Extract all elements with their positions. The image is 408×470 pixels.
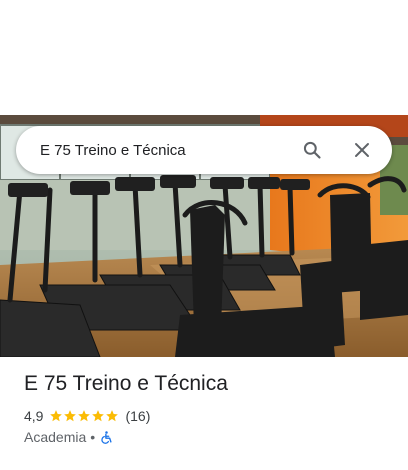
search-bar: E 75 Treino e Técnica (16, 126, 392, 174)
category-row: Academia • (24, 428, 114, 446)
search-button[interactable] (290, 128, 334, 172)
rating-row[interactable]: 4,9 (16) (24, 407, 150, 425)
search-icon (303, 141, 321, 159)
rating-stars (49, 409, 119, 423)
review-count: (16) (125, 408, 151, 424)
search-input[interactable]: E 75 Treino e Técnica (40, 142, 290, 159)
star-icon (78, 410, 91, 422)
rating-value: 4,9 (24, 408, 44, 424)
close-button[interactable] (340, 128, 384, 172)
star-icon (106, 410, 119, 422)
star-icon (64, 410, 77, 422)
separator-dot: • (90, 429, 96, 445)
close-icon (355, 143, 369, 157)
wheelchair-accessible-icon (101, 430, 112, 444)
place-panel: E 75 Treino e Técnica E 75 Treino e Técn… (0, 0, 408, 470)
star-icon (50, 410, 63, 422)
star-icon (92, 410, 105, 422)
place-title: E 75 Treino e Técnica (24, 372, 228, 395)
place-category: Academia (24, 429, 87, 445)
